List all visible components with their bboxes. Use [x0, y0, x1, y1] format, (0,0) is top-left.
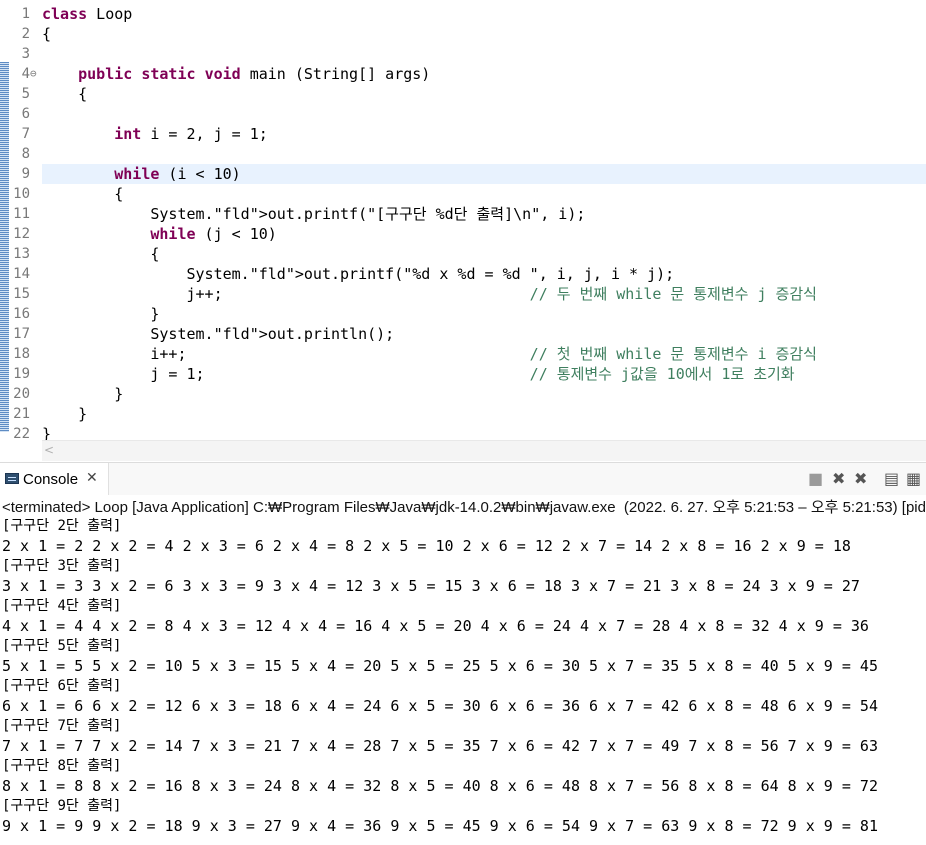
code-text[interactable]: int i = 2, j = 1; [42, 124, 268, 144]
console-line: 8 x 1 = 8 8 x 2 = 16 8 x 3 = 24 8 x 4 = … [2, 777, 878, 795]
code-text[interactable]: } [42, 384, 123, 404]
line-number: 15 [13, 286, 30, 302]
code-text[interactable]: System."fld">out.printf("%d x %d = %d ",… [42, 264, 674, 284]
code-line[interactable]: 15 j++; // 두 번째 while 문 통제변수 j 증감식 [0, 284, 926, 304]
code-line[interactable]: 19 j = 1; // 통제변수 j값을 10에서 1로 초기화 [0, 364, 926, 384]
code-text[interactable]: } [42, 404, 87, 424]
console-line: 7 x 1 = 7 7 x 2 = 14 7 x 3 = 21 7 x 4 = … [2, 737, 878, 755]
code-editor[interactable]: 1 class Loop 2{3 4 public static void main … [0, 0, 926, 440]
code-line[interactable]: 16 } [0, 304, 926, 324]
console-line: [구구단 9단 출력] [2, 798, 122, 814]
line-number: 1 [21, 6, 30, 22]
code-text[interactable]: i++; // 첫 번째 while 문 통제변수 i 증감식 [42, 344, 817, 364]
scroll-lock-icon[interactable]: ▦ [906, 469, 921, 488]
line-number: 11 [13, 206, 30, 222]
code-text[interactable]: System."fld">out.printf("[구구단 %d단 출력]\n"… [42, 204, 585, 224]
code-line[interactable]: 4 public static void main (String[] args… [0, 64, 926, 84]
code-line[interactable]: 11 System."fld">out.printf("[구구단 %d단 출력]… [0, 204, 926, 224]
code-line[interactable]: 9 while (i < 10) [22, 164, 926, 184]
console-line: [구구단 4단 출력] [2, 598, 122, 614]
code-line[interactable]: 10 { [0, 184, 926, 204]
code-line[interactable]: 3 [0, 44, 926, 64]
code-line[interactable]: 14 System."fld">out.printf("%d x %d = %d… [0, 264, 926, 284]
code-text[interactable]: while (j < 10) [42, 224, 276, 244]
console-line: [구구단 6단 출력] [2, 678, 122, 694]
code-line[interactable]: 2{ [0, 24, 926, 44]
line-number: 20 [13, 386, 30, 402]
console-line: [구구단 3단 출력] [2, 558, 122, 574]
code-line[interactable]: 12 while (j < 10) [0, 224, 926, 244]
line-number: 19 [13, 366, 30, 382]
terminate-icon[interactable]: ■ [808, 469, 823, 488]
console-line: [구구단 8단 출력] [2, 758, 122, 774]
line-number: 21 [13, 406, 30, 422]
console-line: 9 x 1 = 9 9 x 2 = 18 9 x 3 = 27 9 x 4 = … [2, 817, 878, 835]
line-number: 4 [21, 66, 30, 82]
console-icon [5, 473, 19, 484]
code-line[interactable]: 17 System."fld">out.println(); [0, 324, 926, 344]
line-number: 3 [21, 46, 30, 62]
console-view-header: Console ✕ ■ ✖ ✖ ▤ ▦ [0, 462, 926, 495]
code-text[interactable]: j++; // 두 번째 while 문 통제변수 j 증감식 [42, 284, 816, 304]
code-text[interactable]: { [42, 84, 87, 104]
line-number: 18 [13, 346, 30, 362]
code-line[interactable]: 1 class Loop [0, 4, 926, 24]
close-icon[interactable]: ✕ [86, 470, 98, 486]
line-number: 16 [13, 306, 30, 322]
line-number: 13 [13, 246, 30, 262]
code-text[interactable]: while (i < 10) [42, 164, 240, 184]
code-line[interactable]: 22} [0, 424, 926, 440]
console-line: [구구단 2단 출력] [2, 518, 122, 534]
line-number: 8 [21, 146, 30, 162]
console-line: 6 x 1 = 6 6 x 2 = 12 6 x 3 = 18 6 x 4 = … [2, 697, 878, 715]
console-line: 2 x 1 = 2 2 x 2 = 4 2 x 3 = 6 2 x 4 = 8 … [2, 537, 851, 555]
code-line[interactable]: 20 } [0, 384, 926, 404]
remove-launch-icon[interactable]: ✖ [832, 469, 845, 488]
editor-horizontal-scrollbar[interactable]: < [42, 440, 926, 461]
code-line[interactable]: 5 { [0, 84, 926, 104]
line-number: 9 [21, 166, 30, 182]
fold-icon[interactable]: ⊖ [30, 64, 37, 84]
code-text[interactable]: { [42, 244, 159, 264]
line-number: 7 [21, 126, 30, 142]
line-number: 14 [13, 266, 30, 282]
code-text[interactable]: j = 1; // 통제변수 j값을 10에서 1로 초기화 [42, 364, 794, 384]
code-line[interactable]: 6 [0, 104, 926, 124]
code-text[interactable]: { [42, 184, 123, 204]
line-number: 2 [21, 26, 30, 42]
code-text[interactable]: class Loop [42, 4, 132, 24]
console-line: 3 x 1 = 3 3 x 2 = 6 3 x 3 = 9 3 x 4 = 12… [2, 577, 860, 595]
scroll-left-icon[interactable]: < [44, 443, 54, 457]
console-line: 5 x 1 = 5 5 x 2 = 10 5 x 3 = 15 5 x 4 = … [2, 657, 878, 675]
code-text[interactable]: } [42, 304, 159, 324]
console-output[interactable]: [구구단 2단 출력] 2 x 1 = 2 2 x 2 = 4 2 x 3 = 6… [2, 516, 878, 836]
code-line[interactable]: 13 { [0, 244, 926, 264]
terminated-status: <terminated> Loop [Java Application] C:₩… [2, 499, 926, 516]
code-line[interactable]: 18 i++; // 첫 번째 while 문 통제변수 i 증감식 [0, 344, 926, 364]
line-number: 5 [21, 86, 30, 102]
code-line[interactable]: 8 [0, 144, 926, 164]
code-text[interactable]: } [42, 424, 51, 440]
code-line[interactable]: 7 int i = 2, j = 1; [0, 124, 926, 144]
tab-console[interactable]: Console ✕ [0, 463, 109, 495]
remove-all-terminated-icon[interactable]: ✖ [854, 469, 867, 488]
code-text[interactable]: { [42, 24, 51, 44]
console-line: [구구단 5단 출력] [2, 638, 122, 654]
console-line: 4 x 1 = 4 4 x 2 = 8 4 x 3 = 12 4 x 4 = 1… [2, 617, 869, 635]
code-text[interactable]: public static void main (String[] args) [42, 64, 430, 84]
console-tab-label: Console [23, 471, 79, 488]
line-number: 6 [21, 106, 30, 122]
line-number: 17 [13, 326, 30, 342]
code-text[interactable]: System."fld">out.println(); [42, 324, 394, 344]
console-line: [구구단 7단 출력] [2, 718, 122, 734]
line-number: 10 [13, 186, 30, 202]
clear-console-icon[interactable]: ▤ [884, 469, 899, 488]
code-line[interactable]: 21 } [0, 404, 926, 424]
line-number: 12 [13, 226, 30, 242]
line-number: 22 [13, 426, 30, 440]
